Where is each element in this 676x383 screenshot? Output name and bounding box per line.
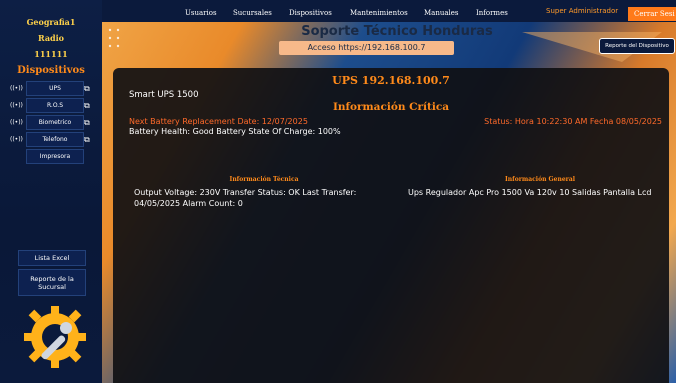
- external-link-icon[interactable]: ⧉: [84, 118, 90, 128]
- signal-icon: ((•)): [10, 85, 23, 92]
- external-link-icon[interactable]: ⧉: [84, 84, 90, 94]
- branch-name: Geografia1: [26, 17, 76, 27]
- technical-info-heading: Información Técnica: [229, 176, 299, 183]
- nav-item-sucursales[interactable]: Sucursales: [233, 9, 272, 17]
- user-role-label: Super Administrador: [546, 7, 619, 15]
- general-info-heading: Información General: [505, 176, 575, 183]
- nav-item-informes[interactable]: Informes: [476, 9, 508, 17]
- access-url: Acceso https://192.168.100.7: [279, 41, 454, 55]
- nav-item-mantenimientos[interactable]: Mantenimientos: [350, 9, 408, 17]
- sidebar-item-ros: ((•)) R.O.S ⧉: [0, 97, 102, 114]
- branch-type: Radio: [38, 33, 64, 43]
- signal-icon: ((•)): [10, 102, 23, 109]
- sidebar: Geografia1 Radio 111111 Dispositivos ((•…: [0, 0, 103, 383]
- device-button-ros[interactable]: R.O.S: [26, 98, 84, 113]
- technical-info-text: Output Voltage: 230V Transfer Status: OK…: [134, 188, 357, 208]
- device-model: Smart UPS 1500: [129, 90, 199, 100]
- signal-icon: ((•)): [10, 136, 23, 143]
- nav-item-manuales[interactable]: Manuales: [424, 9, 459, 17]
- status-timestamp: Status: Hora 10:22:30 AM Fecha 08/05/202…: [484, 117, 662, 126]
- battery-health: Battery Health: Good Battery State Of Ch…: [129, 127, 341, 136]
- device-panel: [113, 68, 669, 383]
- external-link-icon[interactable]: ⧉: [84, 101, 90, 111]
- general-info-text: Ups Regulador Apc Pro 1500 Va 120v 10 Sa…: [408, 188, 652, 197]
- nav-item-dispositivos[interactable]: Dispositivos: [289, 9, 332, 17]
- branch-info: Geografia1 Radio 111111: [0, 14, 102, 62]
- sidebar-item-ups: ((•)) UPS ⧉: [0, 80, 102, 97]
- critical-info-heading: Información Crítica: [332, 101, 450, 113]
- sidebar-item-telefono: ((•)) Telefono ⧉: [0, 131, 102, 148]
- sidebar-item-biometrico: ((•)) Biometrico ⧉: [0, 114, 102, 131]
- signal-icon: ((•)): [10, 119, 23, 126]
- external-link-icon[interactable]: ⧉: [84, 135, 90, 145]
- printer-button[interactable]: Impresora: [26, 149, 84, 164]
- branch-code: 111111: [34, 49, 68, 59]
- device-button-telefono[interactable]: Telefono: [26, 132, 84, 147]
- next-battery-date: Next Battery Replacement Date: 12/07/202…: [129, 117, 308, 126]
- gear-wrench-icon: [24, 306, 86, 368]
- devices-heading: Dispositivos: [17, 65, 85, 76]
- nav-item-usuarios[interactable]: Usuarios: [185, 9, 217, 17]
- device-button-ups[interactable]: UPS: [26, 81, 84, 96]
- device-button-biometrico[interactable]: Biometrico: [26, 115, 84, 130]
- device-report-button[interactable]: Reporte del Dispositivo: [599, 38, 675, 54]
- excel-list-button[interactable]: Lista Excel: [18, 250, 86, 266]
- device-title: UPS 192.168.100.7: [332, 74, 450, 87]
- branch-report-button[interactable]: Reporte de la Sucursal: [18, 269, 86, 296]
- logout-button[interactable]: Cerrar Sesi: [628, 7, 676, 21]
- page-title: Soporte Técnico Honduras: [301, 24, 493, 39]
